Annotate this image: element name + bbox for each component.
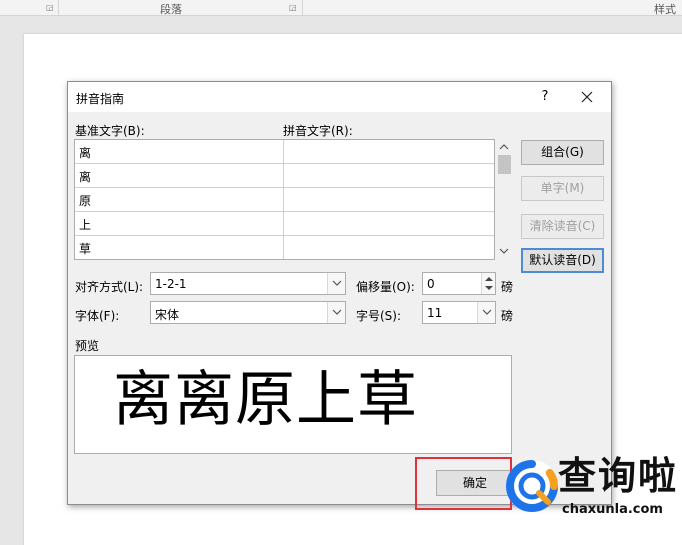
close-button[interactable] (576, 86, 598, 108)
default-reading-button[interactable]: 默认读音(D) (521, 248, 604, 273)
preview-box: 离离原上草 (74, 355, 512, 454)
chevron-down-icon[interactable] (327, 273, 345, 294)
ruby-text-label: 拼音文字(R): (283, 124, 353, 138)
chevron-down-icon[interactable] (477, 302, 495, 323)
magnifier-logo-icon (506, 460, 558, 512)
help-button[interactable]: ? (534, 86, 556, 108)
alignment-label: 对齐方式(L): (75, 280, 144, 294)
ribbon-strip: ◲ 段落 ◲ 样式 (0, 0, 682, 16)
font-select[interactable]: 宋体 (150, 301, 346, 324)
offset-label: 偏移量(O): (356, 280, 415, 294)
grid-row: 离 (75, 164, 494, 188)
dialog-title: 拼音指南 (76, 92, 125, 106)
styles-group-label: 样式 (654, 3, 676, 16)
paragraph-group-label: 段落 (160, 3, 182, 16)
paragraph-group-launcher-icon[interactable]: ◲ (289, 4, 297, 12)
size-select[interactable]: 11 (422, 301, 496, 324)
ribbon-separator (58, 0, 59, 16)
mono-button[interactable]: 单字(M) (521, 176, 604, 201)
base-text-cell[interactable]: 草 (75, 236, 284, 259)
base-text-cell[interactable]: 上 (75, 212, 284, 235)
group-button[interactable]: 组合(G) (521, 140, 604, 165)
ruby-text-cell[interactable] (284, 212, 494, 235)
watermark-brand-en: chaxunla.com (562, 502, 663, 517)
watermark-logo: 查询啦 chaxunla.com (502, 450, 680, 528)
size-value: 11 (427, 306, 443, 320)
watermark-brand-cn: 查询啦 (558, 454, 679, 498)
grid-row: 原 (75, 188, 494, 212)
grid-row: 上 (75, 212, 494, 236)
phonetic-guide-dialog: 拼音指南 ? 基准文字(B): 拼音文字(R): 离 离 原 上 草 组合(G)… (67, 81, 612, 505)
font-label: 字体(F): (75, 309, 120, 323)
clear-reading-button[interactable]: 清除读音(C) (521, 214, 604, 239)
font-group-launcher-icon[interactable]: ◲ (46, 4, 54, 12)
offset-value: 0 (427, 277, 435, 291)
ruby-text-cell[interactable] (284, 188, 494, 211)
grid-row: 离 (75, 140, 494, 164)
grid-scrollbar[interactable] (496, 139, 513, 260)
preview-text: 离离原上草 (113, 365, 418, 435)
offset-spinner[interactable]: 0 (422, 272, 496, 295)
base-ruby-grid: 离 离 原 上 草 (74, 139, 495, 260)
spinner-arrows-icon[interactable] (481, 273, 495, 294)
ruby-text-cell[interactable] (284, 164, 494, 187)
alignment-value: 1-2-1 (155, 277, 187, 291)
grid-row: 草 (75, 236, 494, 260)
alignment-select[interactable]: 1-2-1 (150, 272, 346, 295)
dialog-titlebar: 拼音指南 ? (68, 82, 611, 112)
scroll-down-icon[interactable] (498, 245, 510, 255)
close-icon (581, 91, 593, 103)
ruby-text-cell[interactable] (284, 140, 494, 163)
highlight-frame (415, 457, 512, 510)
offset-unit: 磅 (501, 280, 514, 294)
size-label: 字号(S): (356, 309, 402, 323)
base-text-cell[interactable]: 离 (75, 164, 284, 187)
font-value: 宋体 (155, 308, 180, 322)
chevron-down-icon[interactable] (327, 302, 345, 323)
ribbon-separator (302, 0, 303, 16)
scroll-thumb[interactable] (498, 155, 511, 174)
base-text-cell[interactable]: 离 (75, 140, 284, 163)
preview-label: 预览 (75, 339, 100, 353)
scroll-up-icon[interactable] (498, 141, 510, 151)
size-unit: 磅 (501, 309, 514, 323)
base-text-cell[interactable]: 原 (75, 188, 284, 211)
base-text-label: 基准文字(B): (75, 124, 145, 138)
ruby-text-cell[interactable] (284, 236, 494, 259)
